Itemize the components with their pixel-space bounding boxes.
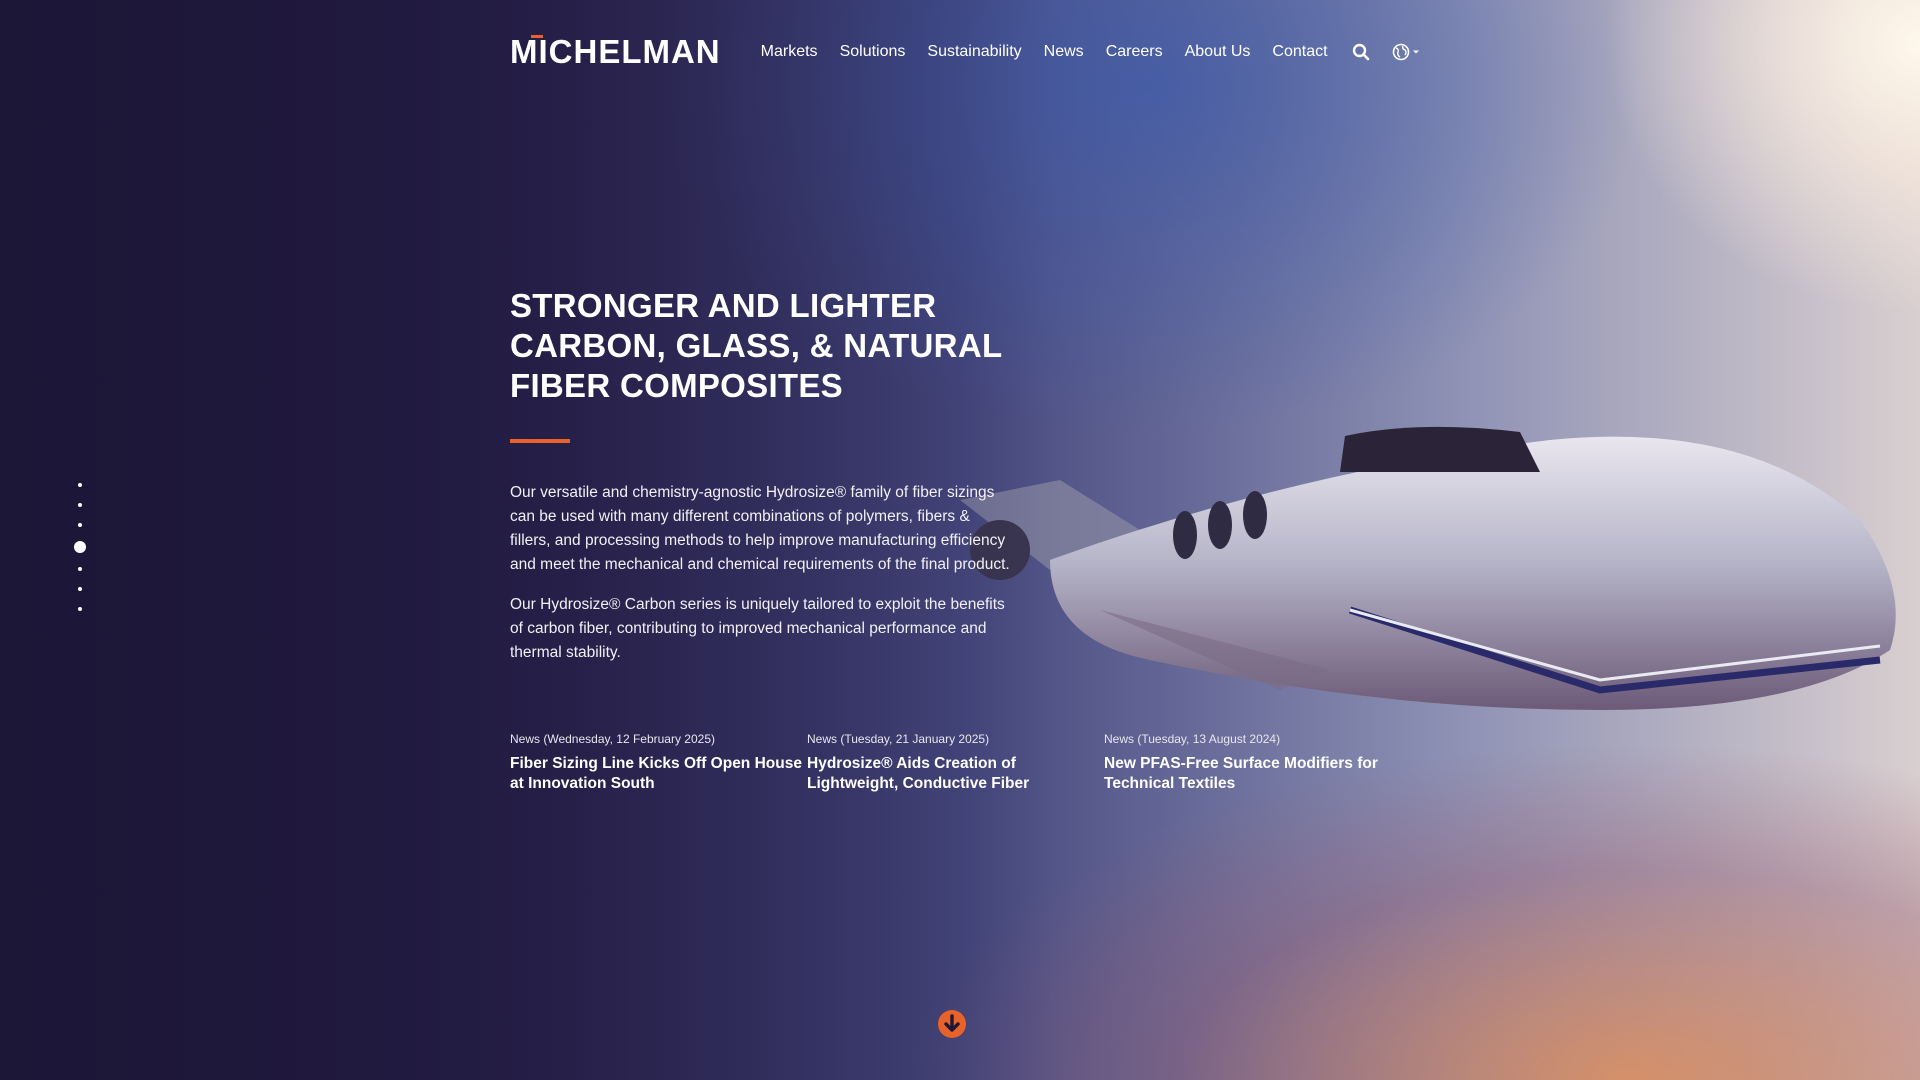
nav-about-us[interactable]: About Us — [1185, 43, 1251, 61]
caret-down-icon — [1412, 50, 1419, 54]
nav-solutions[interactable]: Solutions — [840, 43, 906, 61]
hero-title-line: CARBON, GLASS, & NATURAL — [510, 327, 1003, 364]
title-divider — [510, 439, 570, 443]
news-item[interactable]: News (Tuesday, 13 August 2024) New PFAS-… — [1104, 732, 1401, 794]
hero-title: STRONGER AND LIGHTER CARBON, GLASS, & NA… — [510, 286, 1010, 406]
news-date: News (Tuesday, 21 January 2025) — [807, 732, 990, 746]
main-nav: Markets Solutions Sustainability News Ca… — [761, 43, 1440, 61]
hero-paragraph: Our versatile and chemistry-agnostic Hyd… — [510, 484, 1010, 573]
news-item[interactable]: News (Wednesday, 12 February 2025) Fiber… — [510, 732, 807, 794]
news-title[interactable]: Fiber Sizing Line Kicks Off Open House a… — [510, 754, 807, 794]
news-date: News (Wednesday, 12 February 2025) — [510, 732, 715, 746]
arrow-down-circle-icon[interactable] — [937, 1009, 967, 1039]
logo-accent-bar — [531, 35, 543, 38]
news-item[interactable]: News (Tuesday, 21 January 2025) Hydrosiz… — [807, 732, 1104, 794]
nav-markets[interactable]: Markets — [761, 43, 818, 61]
language-selector[interactable] — [1392, 43, 1420, 61]
hero-title-line: STRONGER AND LIGHTER — [510, 287, 937, 324]
nav-careers[interactable]: Careers — [1106, 43, 1163, 61]
pager-dot[interactable] — [78, 483, 82, 487]
news-title[interactable]: New PFAS-Free Surface Modifiers for Tech… — [1104, 754, 1401, 794]
slide-pager — [74, 475, 86, 619]
hero-title-line: FIBER COMPOSITES — [510, 367, 843, 404]
globe-icon — [1392, 43, 1409, 61]
news-strip: News (Wednesday, 12 February 2025) Fiber… — [510, 732, 1401, 794]
nav-contact[interactable]: Contact — [1272, 43, 1327, 61]
news-title[interactable]: Hydrosize® Aids Creation of Lightweight,… — [807, 754, 1104, 794]
pager-dot-active[interactable] — [74, 541, 86, 553]
nav-news[interactable]: News — [1044, 43, 1084, 61]
news-date: News (Tuesday, 13 August 2024) — [1104, 732, 1281, 746]
pager-dot[interactable] — [78, 523, 82, 527]
hero-section: STRONGER AND LIGHTER CARBON, GLASS, & NA… — [510, 286, 1010, 681]
site-header: MICHELMAN Markets Solutions Sustainabili… — [510, 28, 1440, 76]
michelman-logo[interactable]: MICHELMAN — [510, 33, 721, 71]
pager-dot[interactable] — [78, 567, 82, 571]
hero-paragraph: Our Hydrosize® Carbon series is uniquely… — [510, 596, 1005, 661]
search-icon[interactable] — [1352, 43, 1370, 61]
pager-dot[interactable] — [78, 587, 82, 591]
pager-dot[interactable] — [78, 607, 82, 611]
logo-text: MICHELMAN — [510, 33, 721, 70]
nav-sustainability[interactable]: Sustainability — [927, 43, 1021, 61]
pager-dot[interactable] — [78, 503, 82, 507]
